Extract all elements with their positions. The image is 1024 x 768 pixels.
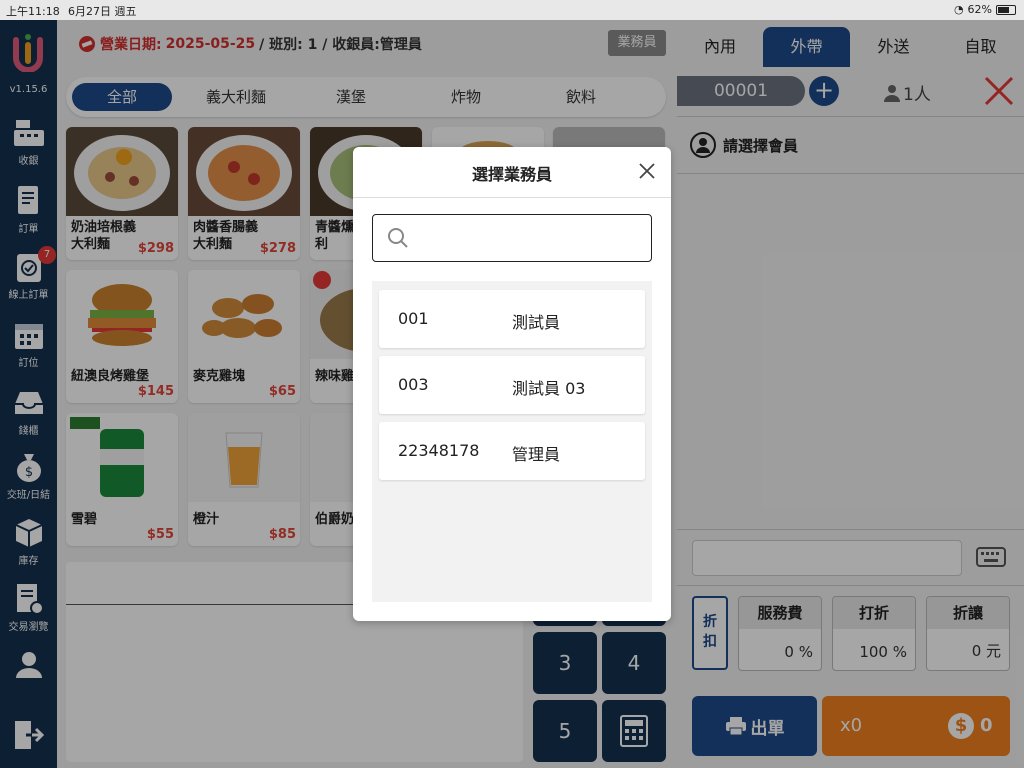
battery-icon xyxy=(996,4,1016,15)
status-date: 6月27日 週五 xyxy=(68,5,137,18)
salesperson-code: 22348178 xyxy=(398,441,480,460)
close-icon[interactable] xyxy=(637,161,657,181)
salesperson-list: 001 測試員 003 測試員 03 22348178 管理員 xyxy=(372,281,652,602)
select-salesperson-dialog: 選擇業務員 001 測試員 003 測試員 03 22348178 管理員 xyxy=(353,147,671,621)
status-right: ◔ 62% xyxy=(954,3,1016,16)
search-icon xyxy=(388,228,408,248)
salesperson-name: 管理員 xyxy=(512,445,561,464)
search-input[interactable] xyxy=(419,223,639,253)
salesperson-row[interactable]: 22348178 管理員 xyxy=(379,422,645,480)
wifi-icon: ◔ xyxy=(953,3,964,16)
salesperson-name: 測試員 03 xyxy=(512,379,586,398)
battery-percent: 62% xyxy=(967,3,992,16)
search-box xyxy=(372,214,652,262)
dialog-title: 選擇業務員 xyxy=(471,165,552,184)
salesperson-code: 001 xyxy=(398,309,429,328)
status-time: 上午11:18 xyxy=(6,5,60,18)
salesperson-row[interactable]: 003 測試員 03 xyxy=(379,356,645,414)
salesperson-row[interactable]: 001 測試員 xyxy=(379,290,645,348)
divider xyxy=(353,197,671,198)
status-bar: 上午11:18 6月27日 週五 ◔ 62% xyxy=(0,0,1024,20)
salesperson-code: 003 xyxy=(398,375,429,394)
salesperson-name: 測試員 xyxy=(512,313,561,332)
